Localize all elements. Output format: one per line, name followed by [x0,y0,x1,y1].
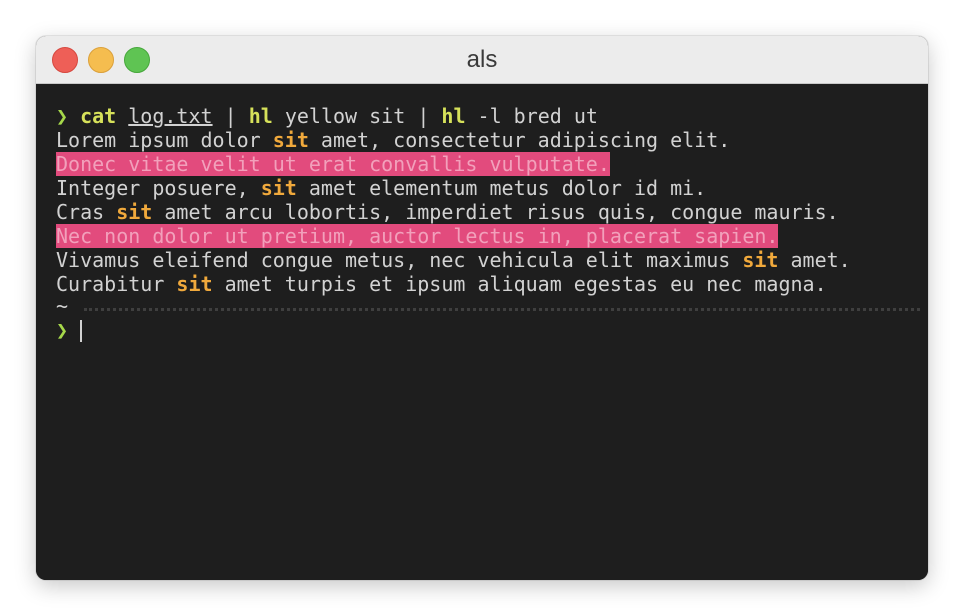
output-text: Vivamus eleifend congue metus, nec vehic… [56,248,743,272]
match-highlight: sit [176,272,213,296]
output-line: Lorem ipsum dolor sit amet, consectetur … [56,128,730,152]
command-hl: hl [248,104,273,128]
pipe-symbol: | [224,104,237,128]
pipe-symbol: | [417,104,430,128]
output-line: Curabitur sit amet turpis et ipsum aliqu… [56,272,827,296]
terminal-output[interactable]: ❯ cat log.txt | hl yellow sit | hl -l br… [36,84,928,580]
terminal-window: als ❯ cat log.txt | hl yellow sit | hl -… [36,36,928,580]
text-cursor[interactable] [80,320,82,342]
command-cat: cat [80,104,117,128]
output-line-highlighted: Nec non dolor ut pretium, auctor lectus … [56,224,779,248]
output-text: Cras [56,200,117,224]
prompt-icon: ❯ [56,318,69,342]
command-hl: hl [441,104,466,128]
line-highlight: Donec vitae velit ut erat convallis vulp… [56,152,610,176]
output-text: amet. [778,248,851,272]
output-text: amet, consectetur adipiscing elit. [308,128,731,152]
output-text: amet arcu lobortis, imperdiet risus quis… [152,200,839,224]
output-text: Curabitur [56,272,177,296]
output-line: Integer posuere, sit amet elementum metu… [56,176,706,200]
command-file-arg: log.txt [128,104,213,128]
command-hl-args: -l bred ut [477,104,598,128]
output-text: amet turpis et ipsum aliquam egestas eu … [212,272,827,296]
prompt-line: ❯ [56,318,68,342]
command-hl-args: yellow sit [284,104,406,128]
output-text: Integer posuere, [56,176,261,200]
output-line-highlighted: Donec vitae velit ut erat convallis vulp… [56,152,610,176]
match-highlight: sit [260,176,297,200]
command-line: ❯ cat log.txt | hl yellow sit | hl -l br… [56,104,598,128]
window-title: als [466,46,498,73]
tilde-directory: ~ [56,294,69,318]
title-bar: als [36,36,928,84]
output-text: amet elementum metus dolor id mi. [296,176,707,200]
line-highlight: Nec non dolor ut pretium, auctor lectus … [56,224,779,248]
prompt-separator [84,308,920,311]
match-highlight: sit [742,248,779,272]
output-line: Vivamus eleifend congue metus, nec vehic… [56,248,851,272]
output-line: Cras sit amet arcu lobortis, imperdiet r… [56,200,839,224]
prompt-icon: ❯ [56,104,69,128]
match-highlight: sit [116,200,153,224]
output-text: Lorem ipsum dolor [56,128,273,152]
match-highlight: sit [272,128,309,152]
